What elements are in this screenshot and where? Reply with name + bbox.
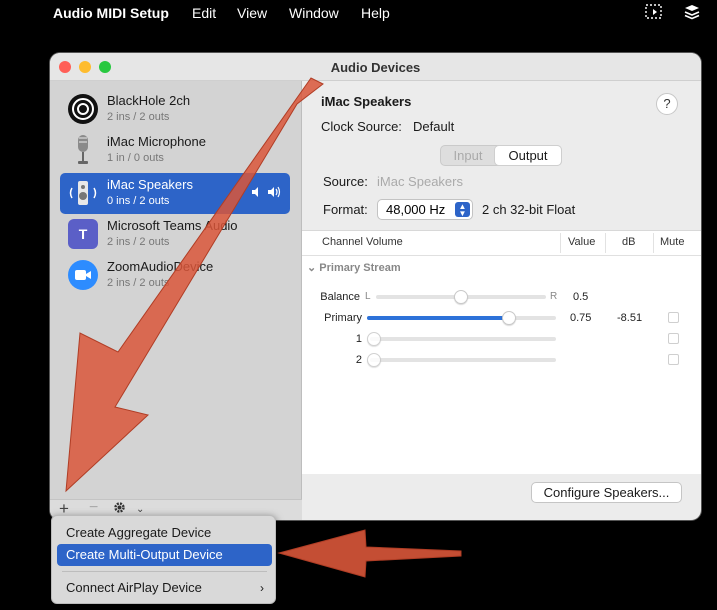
layers-icon[interactable] (684, 4, 700, 24)
annotation-arrow-horizontal (277, 529, 462, 578)
input-output-toggle: Input Output (440, 145, 562, 166)
device-name: BlackHole 2ch (107, 93, 191, 108)
configure-speakers-button[interactable]: Configure Speakers... (531, 482, 682, 503)
blackhole-icon (68, 94, 98, 124)
menu-item-create-aggregate[interactable]: Create Aggregate Device (57, 522, 272, 544)
app-menu[interactable]: Audio MIDI Setup (53, 5, 169, 21)
device-io: 2 ins / 2 outs (107, 111, 170, 123)
column-divider (560, 233, 561, 253)
source-value[interactable]: iMac Speakers (377, 174, 463, 189)
window-title: Audio Devices (330, 60, 421, 75)
menu-bar: Audio MIDI Setup Edit View Window Help (0, 0, 717, 26)
add-device-menu: Create Aggregate Device Create Multi-Out… (51, 515, 276, 604)
balance-slider-knob[interactable] (454, 290, 468, 304)
primary-volume-fill (367, 316, 509, 320)
screenshot-icon[interactable] (645, 4, 663, 24)
channel-1-label: 1 (355, 333, 362, 345)
balance-label: Balance (320, 291, 360, 303)
col-db: dB (622, 236, 636, 248)
device-name: Microsoft Teams Audio (107, 218, 238, 233)
menu-window[interactable]: Window (289, 5, 339, 21)
menu-item-create-multi-output[interactable]: Create Multi-Output Device (57, 544, 272, 566)
device-io: 0 ins / 2 outs (107, 195, 170, 207)
header-divider (302, 255, 701, 256)
balance-right-label: R (550, 291, 558, 302)
chevron-down-icon[interactable]: ⌄ (136, 504, 144, 515)
speaker-icon (68, 178, 98, 208)
menu-item-connect-airplay[interactable]: Connect AirPlay Device › (57, 577, 272, 599)
column-divider (653, 233, 654, 253)
stream-label: Primary Stream (319, 262, 401, 274)
device-item-teams-audio[interactable]: T Microsoft Teams Audio 2 ins / 2 outs (60, 214, 290, 255)
zoom-icon (68, 260, 98, 290)
microphone-icon (68, 135, 98, 165)
title-bar: Audio Devices (50, 53, 701, 81)
balance-value: 0.5 (573, 291, 589, 303)
device-item-imac-microphone[interactable]: iMac Microphone 1 in / 0 outs (60, 130, 290, 171)
channel-2-track[interactable] (370, 358, 556, 362)
primary-value: 0.75 (570, 312, 592, 324)
menu-separator (62, 571, 267, 572)
device-io: 1 in / 0 outs (107, 152, 164, 164)
source-label: Source: (323, 174, 368, 189)
audio-devices-window: Audio Devices BlackHole 2ch 2 ins / 2 ou… (50, 53, 701, 520)
col-channel-volume: Channel Volume (322, 236, 403, 248)
volume-indicator-icon (250, 186, 282, 201)
format-label: Format: (323, 202, 368, 217)
device-name: ZoomAudioDevice (107, 259, 214, 274)
device-title: iMac Speakers (321, 94, 412, 109)
primary-db: -8.51 (617, 312, 643, 324)
channel-2-mute-checkbox[interactable] (668, 354, 679, 365)
menu-view[interactable]: View (237, 5, 267, 21)
primary-stream-disclosure[interactable]: ⌄ Primary Stream (307, 261, 401, 274)
col-mute: Mute (660, 236, 685, 248)
device-name: iMac Microphone (107, 134, 206, 149)
tab-input[interactable]: Input (441, 146, 495, 165)
device-item-zoom-audio[interactable]: ZoomAudioDevice 2 ins / 2 outs (60, 255, 290, 296)
stepper-arrows-icon: ▲ ▼ (455, 202, 470, 218)
menu-edit[interactable]: Edit (192, 5, 216, 21)
primary-volume-knob[interactable] (501, 311, 516, 325)
device-io: 2 ins / 2 outs (107, 236, 170, 248)
primary-mute-checkbox[interactable] (668, 312, 679, 323)
device-item-blackhole[interactable]: BlackHole 2ch 2 ins / 2 outs (60, 89, 290, 130)
format-select[interactable]: 48,000 Hz ▲ ▼ (377, 199, 473, 220)
chevron-right-icon: › (260, 581, 264, 595)
device-name: iMac Speakers (107, 177, 193, 192)
tab-output[interactable]: Output (495, 146, 561, 165)
balance-left-label: L (365, 291, 371, 302)
column-divider (605, 233, 606, 253)
channel-2-knob[interactable] (367, 353, 381, 367)
teams-icon: T (68, 219, 98, 249)
menu-help[interactable]: Help (361, 5, 390, 21)
channel-2-label: 2 (355, 354, 362, 366)
channel-1-track[interactable] (370, 337, 556, 341)
device-sidebar: BlackHole 2ch 2 ins / 2 outs iMac Microp… (50, 81, 302, 520)
channel-1-mute-checkbox[interactable] (668, 333, 679, 344)
device-io: 2 ins / 2 outs (107, 277, 170, 289)
format-select-value: 48,000 Hz (386, 202, 446, 217)
format-extra: 2 ch 32-bit Float (482, 202, 576, 217)
clock-source-value[interactable]: Default (413, 119, 454, 134)
col-value: Value (568, 236, 596, 248)
primary-label: Primary (324, 312, 362, 324)
menu-item-label: Connect AirPlay Device (66, 580, 202, 595)
help-button[interactable]: ? (656, 93, 678, 115)
device-item-imac-speakers[interactable]: iMac Speakers 0 ins / 2 outs (60, 173, 290, 214)
clock-source-label: Clock Source: (321, 119, 402, 134)
channel-1-knob[interactable] (367, 332, 381, 346)
